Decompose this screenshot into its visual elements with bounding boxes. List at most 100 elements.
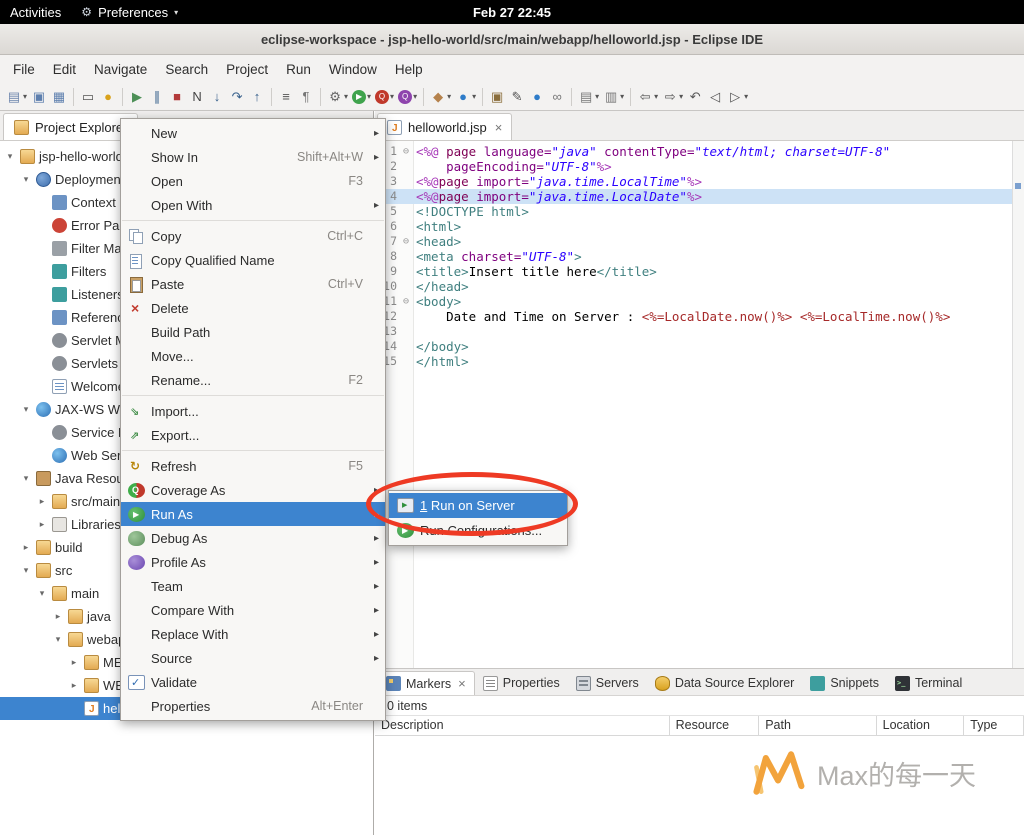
menu-file[interactable]: File xyxy=(4,58,44,81)
toolbar-suspend-button[interactable]: ∥ xyxy=(147,85,167,109)
context-menu-item-export[interactable]: Export... xyxy=(121,423,385,447)
column-header-location[interactable]: Location xyxy=(877,716,965,735)
toolbar-link-editor-button[interactable]: ∞ xyxy=(547,85,567,109)
collapse-arrow-icon[interactable]: ▾ xyxy=(20,174,32,185)
code-text[interactable]: pageEncoding="UTF-8"%> xyxy=(413,159,612,174)
menu-navigate[interactable]: Navigate xyxy=(85,58,156,81)
tab-helloworld-jsp[interactable]: helloworld.jsp × xyxy=(377,113,512,140)
collapse-arrow-icon[interactable]: ▾ xyxy=(20,565,32,576)
toolbar-pin-editor-button[interactable]: ▤▾ xyxy=(576,85,601,109)
code-text[interactable]: Date and Time on Server : <%=LocalDate.n… xyxy=(413,309,950,324)
fold-collapse-icon[interactable]: ⊖ xyxy=(399,294,413,309)
toolbar-resume-button[interactable]: ▶ xyxy=(127,85,147,109)
toolbar-last-edit-button[interactable]: ↶ xyxy=(685,85,705,109)
column-header-type[interactable]: Type xyxy=(964,716,1024,735)
toolbar-show-whitespace-button[interactable]: ¶ xyxy=(296,85,316,109)
context-menu-item-copy-qualified-name[interactable]: Copy Qualified Name xyxy=(121,248,385,272)
context-menu-item-show-in[interactable]: Show InShift+Alt+W▸ xyxy=(121,145,385,169)
toolbar-terminate-button[interactable]: ■ xyxy=(167,85,187,109)
fold-collapse-icon[interactable]: ⊖ xyxy=(399,144,413,159)
tab-servers[interactable]: Servers xyxy=(568,671,647,695)
expand-arrow-icon[interactable]: ▸ xyxy=(68,680,80,691)
context-menu-item-debug-as[interactable]: Debug As▸ xyxy=(121,526,385,550)
code-text[interactable]: <meta charset="UTF-8"> xyxy=(413,249,582,264)
code-text[interactable]: <%@page import="java.time.LocalTime"%> xyxy=(413,174,702,189)
toolbar-forward-button[interactable]: ⇨▾ xyxy=(660,85,685,109)
context-menu-item-properties[interactable]: PropertiesAlt+Enter xyxy=(121,694,385,718)
code-text[interactable]: <!DOCTYPE html> xyxy=(413,204,529,219)
code-text[interactable]: </body> xyxy=(413,339,469,354)
toolbar-package-button[interactable]: ▣ xyxy=(487,85,507,109)
context-menu-item-team[interactable]: Team▸ xyxy=(121,574,385,598)
toolbar-web-browser-button[interactable]: ●▾ xyxy=(453,85,478,109)
code-text[interactable]: <%@page import="java.time.LocalDate"%> xyxy=(413,189,702,204)
toolbar-back-button[interactable]: ⇦▾ xyxy=(635,85,660,109)
context-menu-item-source[interactable]: Source▸ xyxy=(121,646,385,670)
fold-collapse-icon[interactable]: ⊖ xyxy=(399,234,413,249)
code-text[interactable]: <title>Insert title here</title> xyxy=(413,264,657,279)
overview-ruler[interactable] xyxy=(1012,141,1024,668)
submenu-item-run-configurations[interactable]: Run Configurations... xyxy=(389,518,567,543)
tab-properties[interactable]: Properties xyxy=(475,671,568,695)
expand-arrow-icon[interactable]: ▸ xyxy=(36,496,48,507)
context-menu-item-move[interactable]: Move... xyxy=(121,344,385,368)
code-editor[interactable]: 1⊖<%@ page language="java" contentType="… xyxy=(375,141,1024,668)
submenu-item-1-run-on-server[interactable]: 1 Run on Server xyxy=(389,493,567,518)
menu-search[interactable]: Search xyxy=(156,58,217,81)
column-header-description[interactable]: Description xyxy=(375,716,670,735)
context-menu-item-import[interactable]: Import... xyxy=(121,399,385,423)
context-menu-item-run-as[interactable]: Run As▸ xyxy=(121,502,385,526)
collapse-arrow-icon[interactable]: ▾ xyxy=(20,404,32,415)
expand-arrow-icon[interactable]: ▸ xyxy=(36,519,48,530)
menu-help[interactable]: Help xyxy=(386,58,432,81)
tab-snippets[interactable]: Snippets xyxy=(802,671,887,695)
menu-window[interactable]: Window xyxy=(320,58,386,81)
collapse-arrow-icon[interactable]: ▾ xyxy=(52,634,64,645)
context-menu-item-new[interactable]: New▸ xyxy=(121,121,385,145)
toolbar-next-button[interactable]: ▷▾ xyxy=(725,85,750,109)
menu-project[interactable]: Project xyxy=(217,58,277,81)
toolbar-bookmark-button[interactable]: ▥▾ xyxy=(601,85,626,109)
code-text[interactable]: <html> xyxy=(413,219,461,234)
tab-markers[interactable]: Markers× xyxy=(377,671,475,695)
toolbar-save-all-button[interactable]: ▦ xyxy=(49,85,69,109)
context-menu-item-open-with[interactable]: Open With▸ xyxy=(121,193,385,217)
toolbar-run-button[interactable]: ▶▾ xyxy=(350,85,373,109)
code-text[interactable]: </head> xyxy=(413,279,469,294)
code-text[interactable]: </html> xyxy=(413,354,469,369)
context-menu-item-coverage-as[interactable]: Coverage As▸ xyxy=(121,478,385,502)
expand-arrow-icon[interactable]: ▸ xyxy=(20,542,32,553)
tab-project-explorer[interactable]: Project Explorer xyxy=(3,113,138,140)
context-menu-item-delete[interactable]: Delete xyxy=(121,296,385,320)
toolbar-save-button[interactable]: ▣ xyxy=(29,85,49,109)
context-menu-item-replace-with[interactable]: Replace With▸ xyxy=(121,622,385,646)
collapse-arrow-icon[interactable]: ▾ xyxy=(36,588,48,599)
column-header-path[interactable]: Path xyxy=(759,716,876,735)
context-menu-item-paste[interactable]: PasteCtrl+V xyxy=(121,272,385,296)
toolbar-search-button[interactable]: ● xyxy=(98,85,118,109)
activities-button[interactable]: Activities xyxy=(0,0,71,24)
clock[interactable]: Feb 27 22:45 xyxy=(473,5,551,20)
code-text[interactable]: <body> xyxy=(413,294,461,309)
toolbar-relaunch-button[interactable]: N xyxy=(187,85,207,109)
collapse-arrow-icon[interactable]: ▾ xyxy=(20,473,32,484)
menu-edit[interactable]: Edit xyxy=(44,58,85,81)
toolbar-new-web-button[interactable]: ◆▾ xyxy=(428,85,453,109)
preferences-menu[interactable]: ⚙ Preferences ▾ xyxy=(71,0,188,24)
close-icon[interactable]: × xyxy=(458,676,466,691)
context-menu-item-open[interactable]: OpenF3 xyxy=(121,169,385,193)
toolbar-profile-button[interactable]: Q▾ xyxy=(396,85,419,109)
code-text[interactable]: <head> xyxy=(413,234,461,249)
expand-arrow-icon[interactable]: ▸ xyxy=(52,611,64,622)
expand-arrow-icon[interactable]: ▸ xyxy=(68,657,80,668)
close-icon[interactable]: × xyxy=(495,120,503,135)
context-menu-item-build-path[interactable]: Build Path xyxy=(121,320,385,344)
tab-data-source-explorer[interactable]: Data Source Explorer xyxy=(647,671,803,695)
code-text[interactable] xyxy=(413,324,416,339)
toolbar-prev-button[interactable]: ◁ xyxy=(705,85,725,109)
context-menu-item-compare-with[interactable]: Compare With▸ xyxy=(121,598,385,622)
toolbar-new-wizard-button[interactable]: ▤▾ xyxy=(4,85,29,109)
toolbar-open-web-button[interactable]: ● xyxy=(527,85,547,109)
code-text[interactable]: <%@ page language="java" contentType="te… xyxy=(413,144,890,159)
tab-terminal[interactable]: Terminal xyxy=(887,671,970,695)
